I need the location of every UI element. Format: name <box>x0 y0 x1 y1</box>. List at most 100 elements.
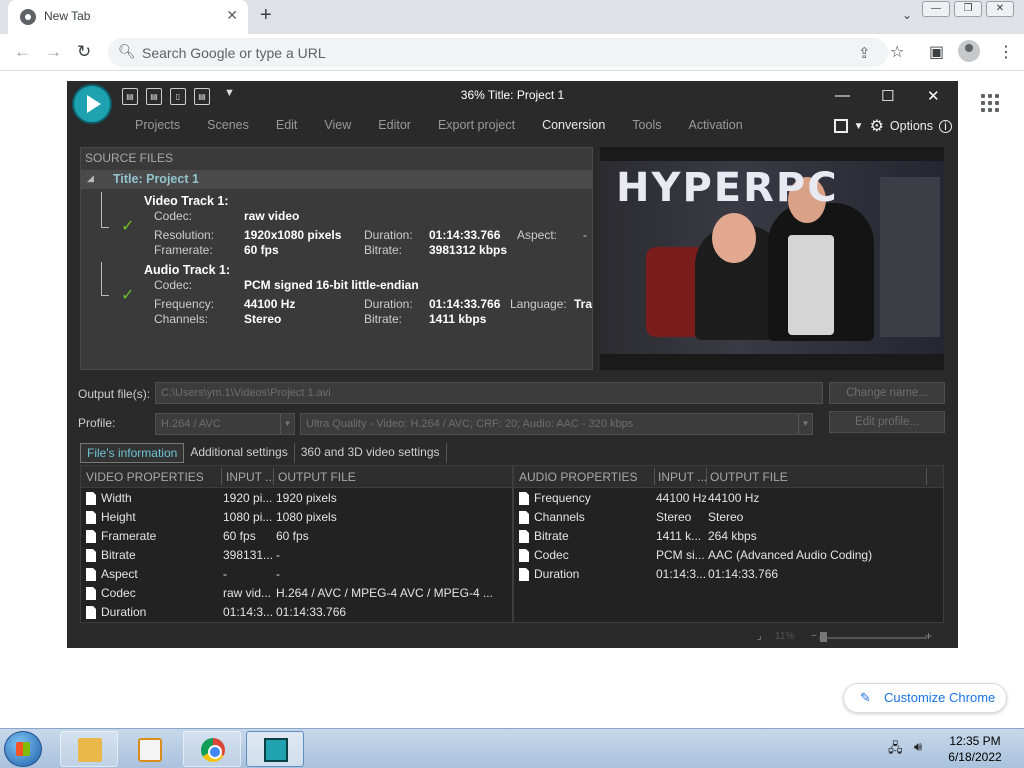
column-header[interactable]: VIDEO PROPERTIES <box>86 470 204 484</box>
column-header[interactable]: AUDIO PROPERTIES <box>519 470 637 484</box>
taskbar-chrome[interactable] <box>183 731 241 767</box>
system-clock[interactable]: 12:35 PM 6/18/2022 <box>940 733 1010 765</box>
restore-window-button[interactable]: ❐ <box>954 1 982 17</box>
zoom-slider-handle[interactable] <box>820 632 827 642</box>
output-path-field[interactable]: C:\Users\ym.1\Videos\Project 1.avi <box>155 382 823 404</box>
table-cell-output: - <box>276 548 280 562</box>
collapse-triangle-icon[interactable]: ◢ <box>87 173 94 184</box>
video-resolution-value: 1920x1080 pixels <box>244 228 342 242</box>
zoom-out-icon[interactable]: − <box>811 631 817 642</box>
document-icon <box>519 492 529 505</box>
table-row[interactable]: Duration 01:14:3... 01:14:33.766 <box>514 565 943 584</box>
table-row[interactable]: Bitrate 398131... - <box>81 546 512 565</box>
audio-bitrate-label: Bitrate: <box>364 312 403 326</box>
menu-tools[interactable]: Tools <box>632 118 661 132</box>
column-divider[interactable] <box>706 468 707 485</box>
dropdown-arrow-icon[interactable]: ▼ <box>280 414 294 434</box>
start-button[interactable] <box>4 731 42 767</box>
table-row[interactable]: Frequency 44100 Hz 44100 Hz <box>514 489 943 508</box>
project-row[interactable]: ◢ Title: Project 1 <box>81 170 592 189</box>
customize-chrome-button[interactable]: ✎ Customize Chrome <box>843 683 1007 713</box>
profile-quality-select[interactable]: Ultra Quality - Video: H.264 / AVC; CRF:… <box>300 413 813 435</box>
bookmark-star-icon[interactable]: ☆ <box>890 42 904 62</box>
menu-editor[interactable]: Editor <box>378 118 411 132</box>
menu-edit[interactable]: Edit <box>276 118 298 132</box>
profile-avatar-icon[interactable] <box>958 40 980 62</box>
new-tab-button[interactable]: + <box>260 4 272 27</box>
source-files-panel: SOURCE FILES ◢ Title: Project 1 ✓ ✓ Vide… <box>80 147 593 370</box>
forward-arrow-icon[interactable]: → <box>45 42 62 62</box>
tab-files-information[interactable]: File's information <box>80 443 185 463</box>
network-icon[interactable]: 🖧︎ <box>888 739 903 761</box>
google-apps-icon[interactable] <box>981 94 999 112</box>
menu-activation[interactable]: Activation <box>688 118 742 132</box>
column-divider[interactable] <box>926 468 927 485</box>
column-header[interactable]: OUTPUT FILE <box>278 470 356 484</box>
menu-scenes[interactable]: Scenes <box>207 118 249 132</box>
gear-icon[interactable]: ⚙ <box>870 116 884 136</box>
table-row[interactable]: Codec raw vid... H.264 / AVC / MPEG-4 AVC … <box>81 584 512 603</box>
browser-tab[interactable]: New Tab ✕ <box>8 0 248 34</box>
app-close-button[interactable]: ✕ <box>927 87 940 105</box>
app-status-bar: ⌟ 11% − + <box>67 628 958 648</box>
column-header[interactable]: INPUT ... <box>226 470 275 484</box>
tab-360-3d-settings[interactable]: 360 and 3D video settings <box>295 443 447 463</box>
taskbar-movavi[interactable] <box>246 731 304 767</box>
edit-profile-button[interactable]: Edit profile... <box>829 411 945 433</box>
video-track-check-icon[interactable]: ✓ <box>121 216 134 236</box>
taskbar-explorer[interactable] <box>60 731 118 767</box>
project-title: Title: Project 1 <box>113 172 199 186</box>
address-bar[interactable]: 🔍︎ Search Google or type a URL ⇪ <box>108 38 888 67</box>
minimize-window-button[interactable]: — <box>922 1 950 17</box>
back-arrow-icon[interactable]: ← <box>14 42 31 62</box>
column-header[interactable]: INPUT ... <box>658 470 707 484</box>
audio-track-check-icon[interactable]: ✓ <box>121 285 134 305</box>
table-row[interactable]: Width 1920 pi... 1920 pixels <box>81 489 512 508</box>
reload-icon[interactable]: ↻ <box>77 42 91 62</box>
tab-search-icon[interactable]: ⌄ <box>902 8 912 22</box>
video-preview[interactable]: HYPERPC <box>600 147 944 370</box>
table-row[interactable]: Channels Stereo Stereo <box>514 508 943 527</box>
profile-format-select[interactable]: H.264 / AVC ▼ <box>155 413 295 435</box>
dropdown-arrow-icon[interactable]: ▼ <box>798 414 812 434</box>
app-minimize-button[interactable]: — <box>835 87 850 104</box>
options-button[interactable]: Options <box>890 119 933 133</box>
layout-icon[interactable] <box>833 119 848 133</box>
column-divider[interactable] <box>654 468 655 485</box>
tab-additional-settings[interactable]: Additional settings <box>184 443 295 463</box>
zoom-slider[interactable] <box>819 637 927 639</box>
info-icon[interactable]: i <box>939 119 952 133</box>
table-row[interactable]: Duration 01:14:3... 01:14:33.766 <box>81 603 512 622</box>
side-panel-icon[interactable]: ▣ <box>929 42 944 62</box>
menu-view[interactable]: View <box>324 118 351 132</box>
taskbar-media-player[interactable] <box>120 731 178 767</box>
change-name-button[interactable]: Change name... <box>829 382 945 404</box>
table-row[interactable]: Bitrate 1411 k... 264 kbps <box>514 527 943 546</box>
audio-codec-value: PCM signed 16-bit little-endian <box>244 278 419 292</box>
menu-conversion[interactable]: Conversion <box>542 118 605 132</box>
chrome-menu-icon[interactable]: ⋮ <box>998 42 1014 62</box>
table-row[interactable]: Aspect - - <box>81 565 512 584</box>
table-row[interactable]: Framerate 60 fps 60 fps <box>81 527 512 546</box>
preview-pc-case <box>880 177 940 337</box>
tab-close-icon[interactable]: ✕ <box>226 7 238 24</box>
pencil-icon: ✎ <box>860 690 871 705</box>
resize-grip-icon[interactable]: ⌟ <box>757 631 762 642</box>
close-window-button[interactable]: ✕ <box>986 1 1014 17</box>
video-resolution-label: Resolution: <box>154 228 215 242</box>
menu-projects[interactable]: Projects <box>135 118 180 132</box>
zoom-in-icon[interactable]: + <box>925 629 932 643</box>
column-divider[interactable] <box>221 468 222 485</box>
table-cell-input: - <box>223 567 227 581</box>
table-row[interactable]: Height 1080 pi... 1080 pixels <box>81 508 512 527</box>
share-icon[interactable]: ⇪ <box>858 44 871 62</box>
column-divider[interactable] <box>273 468 274 485</box>
menu-export-project[interactable]: Export project <box>438 118 515 132</box>
search-icon: 🔍︎ <box>118 43 136 59</box>
table-cell-output: 44100 Hz <box>708 491 760 505</box>
app-maximize-button[interactable]: ☐ <box>881 87 894 105</box>
volume-icon[interactable]: 🔊︎ <box>914 739 922 755</box>
table-row[interactable]: Codec PCM si... AAC (Advanced Audio Coding… <box>514 546 943 565</box>
column-header[interactable]: OUTPUT FILE <box>710 470 788 484</box>
layout-dropdown-icon[interactable]: ▼ <box>854 121 864 132</box>
